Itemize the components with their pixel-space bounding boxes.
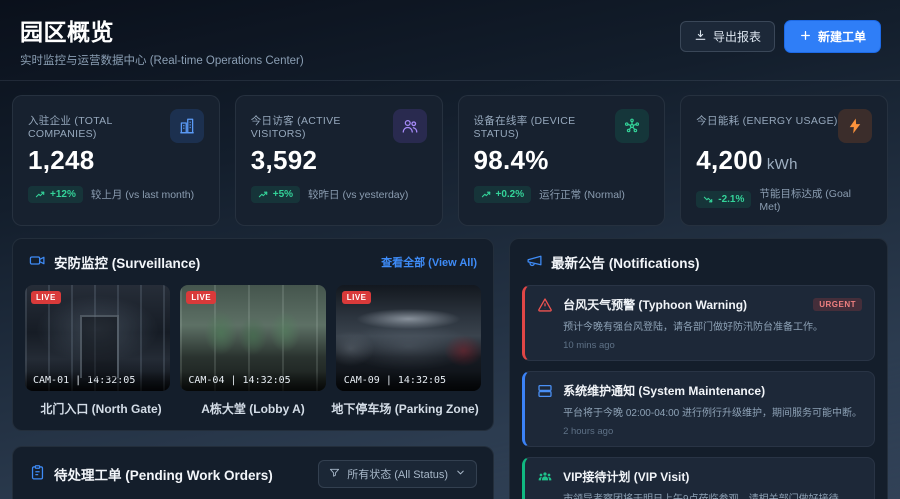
video-camera-icon xyxy=(29,252,46,272)
stat-label: 入驻企业 (TOTAL COMPANIES) xyxy=(28,109,170,140)
notification-desc: 平台将于今晚 02:00-04:00 进行例行升级维护，期间服务可能中断。 xyxy=(563,404,862,419)
live-badge: LIVE xyxy=(342,291,372,304)
stat-card-visitors: 今日访客 (ACTIVE VISITORS) 3,592 +5% 较昨日 (vs… xyxy=(235,95,443,226)
camera-feed-parking[interactable]: LIVE CAM-09 | 14:32:05 xyxy=(336,285,481,391)
camera-name: 地下停车场 (Parking Zone) xyxy=(329,400,481,417)
notification-desc: 预计今晚有强台风登陆，请各部门做好防汛防台准备工作。 xyxy=(563,318,862,333)
notification-title: 台风天气预警 (Typhoon Warning) xyxy=(563,296,747,313)
trend-down-icon xyxy=(703,194,714,205)
camera-overlay: CAM-04 | 14:32:05 xyxy=(180,371,325,391)
trend-up-icon xyxy=(35,189,46,200)
export-report-label: 导出报表 xyxy=(713,28,761,45)
trend-up-icon xyxy=(481,189,492,200)
camera-overlay: CAM-09 | 14:32:05 xyxy=(336,371,481,391)
plus-icon xyxy=(799,29,812,45)
camera-grid: LIVE CAM-01 | 14:32:05 LIVE CAM-04 | 14:… xyxy=(13,285,493,391)
notification-title: VIP接待计划 (VIP Visit) xyxy=(563,468,689,485)
camera-overlay: CAM-01 | 14:32:05 xyxy=(25,371,170,391)
stat-label: 今日访客 (ACTIVE VISITORS) xyxy=(251,109,393,140)
megaphone-icon xyxy=(526,252,543,272)
notification-typhoon[interactable]: 台风天气预警 (Typhoon Warning) URGENT 预计今晚有强台风… xyxy=(522,285,875,361)
status-filter-label: 所有状态 (All Status) xyxy=(347,466,448,482)
stat-card-devices: 设备在线率 (DEVICE STATUS) 98.4% +0.2% 运行正常 (… xyxy=(458,95,666,226)
notifications-title: 最新公告 (Notifications) xyxy=(526,252,700,272)
stats-row: 入驻企业 (TOTAL COMPANIES) 1,248 +12% 较上月 (v… xyxy=(0,81,900,238)
trend-badge: -2.1% xyxy=(696,191,751,208)
dashboard-page: 园区概览 实时监控与运营数据中心 (Real-time Operations C… xyxy=(0,0,900,499)
notification-list: 台风天气预警 (Typhoon Warning) URGENT 预计今晚有强台风… xyxy=(510,285,887,499)
device-hub-icon xyxy=(615,109,649,143)
header-actions: 导出报表 新建工单 xyxy=(680,21,880,52)
camera-name: 北门入口 (North Gate) xyxy=(25,400,177,417)
stat-note: 较昨日 (vs yesterday) xyxy=(308,187,408,202)
create-work-order-button[interactable]: 新建工单 xyxy=(785,21,880,52)
urgent-badge: URGENT xyxy=(813,298,862,311)
notification-time: 10 mins ago xyxy=(563,340,862,351)
live-badge: LIVE xyxy=(31,291,61,304)
trend-badge: +5% xyxy=(251,186,300,203)
right-column: 最新公告 (Notifications) 台风天气预警 (Typhoon War… xyxy=(509,238,888,499)
filter-icon xyxy=(329,467,340,481)
view-all-link[interactable]: 查看全部 (View All) xyxy=(381,254,477,270)
surveillance-panel: 安防监控 (Surveillance) 查看全部 (View All) LIVE… xyxy=(12,238,494,431)
stat-label: 设备在线率 (DEVICE STATUS) xyxy=(474,109,616,140)
warning-triangle-icon xyxy=(537,296,554,318)
clipboard-icon xyxy=(29,464,46,484)
notification-title: 系统维护通知 (System Maintenance) xyxy=(563,382,765,399)
status-filter-dropdown[interactable]: 所有状态 (All Status) xyxy=(318,460,477,488)
download-icon xyxy=(694,29,707,45)
stat-card-energy: 今日能耗 (ENERGY USAGE) 4,200kWh -2.1% 节能目标达… xyxy=(680,95,888,226)
notification-vip-visit[interactable]: VIP接待计划 (VIP Visit) 市领导考察团将于明日上午9点莅临参观，请… xyxy=(522,457,875,499)
main-content: 安防监控 (Surveillance) 查看全部 (View All) LIVE… xyxy=(0,238,900,499)
left-column: 安防监控 (Surveillance) 查看全部 (View All) LIVE… xyxy=(12,238,494,499)
camera-feed-lobby-a[interactable]: LIVE CAM-04 | 14:32:05 xyxy=(180,285,325,391)
stat-card-companies: 入驻企业 (TOTAL COMPANIES) 1,248 +12% 较上月 (v… xyxy=(12,95,220,226)
notification-time: 2 hours ago xyxy=(563,426,862,437)
notification-maintenance[interactable]: 系统维护通知 (System Maintenance) 平台将于今晚 02:00… xyxy=(522,371,875,447)
stat-value: 3,592 xyxy=(251,145,427,176)
camera-feed-north-gate[interactable]: LIVE CAM-01 | 14:32:05 xyxy=(25,285,170,391)
building-icon xyxy=(170,109,204,143)
live-badge: LIVE xyxy=(186,291,216,304)
notifications-panel: 最新公告 (Notifications) 台风天气预警 (Typhoon War… xyxy=(509,238,888,499)
stat-label: 今日能耗 (ENERGY USAGE) xyxy=(696,109,837,128)
trend-up-icon xyxy=(258,189,269,200)
page-subtitle: 实时监控与运营数据中心 (Real-time Operations Center… xyxy=(20,52,304,68)
header-titles: 园区概览 实时监控与运营数据中心 (Real-time Operations C… xyxy=(20,13,304,68)
page-title: 园区概览 xyxy=(20,13,304,47)
chevron-down-icon xyxy=(455,467,466,481)
notification-desc: 市领导考察团将于明日上午9点莅临参观，请相关部门做好接待。 xyxy=(563,490,862,499)
server-icon xyxy=(537,382,554,404)
vip-group-icon xyxy=(537,468,554,490)
camera-captions: 北门入口 (North Gate) A栋大堂 (Lobby A) 地下停车场 (… xyxy=(13,391,493,430)
stat-value: 4,200kWh xyxy=(696,145,872,176)
stat-note: 较上月 (vs last month) xyxy=(91,187,194,202)
work-orders-panel: 待处理工单 (Pending Work Orders) 所有状态 (All St… xyxy=(12,446,494,499)
export-report-button[interactable]: 导出报表 xyxy=(680,21,775,52)
stat-value: 1,248 xyxy=(28,145,204,176)
stat-value: 98.4% xyxy=(474,145,650,176)
stat-note: 节能目标达成 (Goal Met) xyxy=(759,186,872,213)
camera-name: A栋大堂 (Lobby A) xyxy=(177,400,329,417)
visitors-icon xyxy=(393,109,427,143)
trend-badge: +0.2% xyxy=(474,186,532,203)
trend-badge: +12% xyxy=(28,186,83,203)
surveillance-title: 安防监控 (Surveillance) xyxy=(29,252,200,272)
stat-note: 运行正常 (Normal) xyxy=(539,187,625,202)
work-orders-title: 待处理工单 (Pending Work Orders) xyxy=(29,464,273,484)
create-work-order-label: 新建工单 xyxy=(818,28,866,45)
page-header: 园区概览 实时监控与运营数据中心 (Real-time Operations C… xyxy=(0,0,900,81)
energy-bolt-icon xyxy=(838,109,872,143)
